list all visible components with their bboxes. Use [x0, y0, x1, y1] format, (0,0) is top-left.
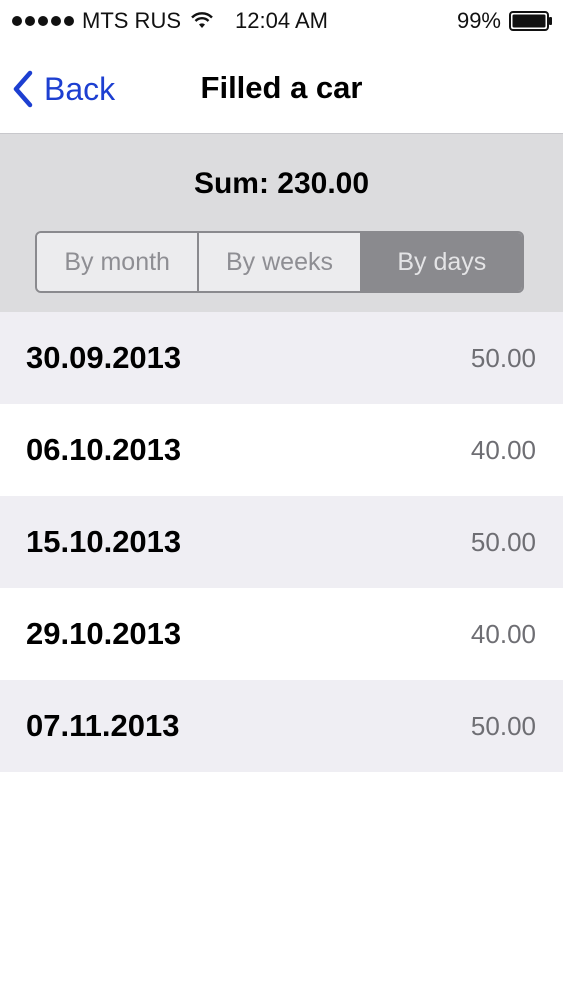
list-item[interactable]: 29.10.2013 40.00 [0, 588, 563, 680]
battery-icon [509, 11, 552, 31]
item-date: 07.11.2013 [26, 708, 180, 743]
item-amount: 50.00 [470, 342, 536, 373]
battery-percent: 99% [456, 8, 501, 33]
segment-by-month[interactable]: By month [37, 233, 200, 291]
item-amount: 50.00 [470, 710, 536, 741]
item-amount: 40.00 [470, 618, 536, 649]
list-item[interactable]: 07.11.2013 50.00 [0, 680, 563, 772]
summary-panel: Sum: 230.00 By month By weeks By days [0, 134, 563, 312]
status-right: 99% [457, 8, 553, 34]
segment-by-days[interactable]: By days [361, 233, 522, 291]
list-item[interactable]: 15.10.2013 50.00 [0, 496, 563, 588]
navigation-bar: Back Filled a car [0, 44, 563, 134]
segment-by-weeks[interactable]: By weeks [199, 233, 362, 291]
status-bar: MTS RUS 12:04 AM 99% [0, 0, 563, 44]
item-amount: 50.00 [470, 526, 536, 557]
period-segmented-control: By month By weeks By days [35, 231, 524, 293]
item-date: 15.10.2013 [26, 524, 182, 559]
item-date: 29.10.2013 [26, 616, 182, 651]
list-item[interactable]: 30.09.2013 50.00 [0, 312, 563, 404]
entries-list: 30.09.2013 50.00 06.10.2013 40.00 15.10.… [0, 312, 563, 772]
sum-label: Sum: 230.00 [193, 167, 370, 200]
page-title: Filled a car [200, 70, 363, 105]
item-amount: 40.00 [470, 434, 536, 465]
item-date: 30.09.2013 [26, 340, 182, 375]
item-date: 06.10.2013 [26, 432, 182, 467]
list-item[interactable]: 06.10.2013 40.00 [0, 404, 563, 496]
